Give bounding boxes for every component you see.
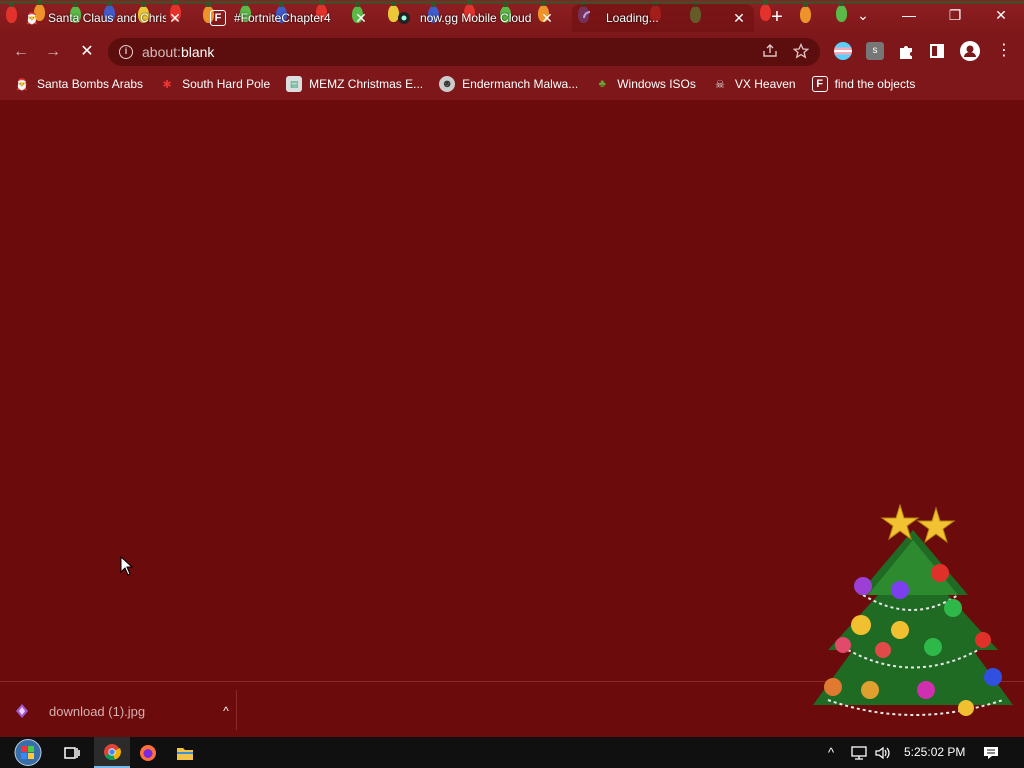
tab-strip: 🎅 Santa Claus and Christ ✕ F #FortniteCh… — [0, 0, 1024, 36]
taskbar-firefox[interactable] — [130, 737, 166, 768]
forward-button[interactable]: → — [40, 40, 66, 64]
start-button[interactable] — [8, 737, 48, 768]
address-bar[interactable]: i about:blank — [108, 38, 820, 66]
christmas-tree-decoration — [813, 503, 1013, 716]
bookmark-vx-heaven[interactable]: ☠ VX Heaven — [712, 76, 796, 92]
bookmarks-bar: 🎅 Santa Bombs Arabs ✱ South Hard Pole ▤ … — [0, 68, 1024, 100]
tab-title: #FortniteChapter4 — [234, 11, 331, 25]
download-filename: download (1).jpg — [49, 703, 146, 719]
task-view-button[interactable] — [54, 737, 90, 768]
santa-icon: 🎅 — [25, 12, 39, 25]
santa-icon: 🎅 — [15, 78, 29, 91]
tab-title: Santa Claus and Christ — [48, 11, 166, 25]
tab-title: Loading... — [606, 11, 659, 25]
volume-icon[interactable] — [874, 737, 892, 768]
action-center-icon[interactable] — [982, 737, 1000, 768]
mouse-cursor-icon — [120, 556, 134, 576]
windows-isos-icon: ♣ — [598, 78, 606, 90]
bookmark-santa-bombs-arabs[interactable]: 🎅 Santa Bombs Arabs — [14, 76, 143, 92]
folder-icon — [177, 747, 193, 760]
nowgg-icon — [396, 10, 412, 26]
window-close-button[interactable]: ✕ — [978, 0, 1024, 30]
network-icon[interactable] — [850, 737, 868, 768]
restore-button[interactable]: ❐ — [932, 0, 978, 30]
bookmark-star-icon[interactable] — [792, 42, 810, 63]
tab-loading[interactable]: Loading... ✕ — [572, 4, 754, 32]
firefox-icon — [140, 744, 156, 761]
url-text[interactable]: about:blank — [142, 44, 214, 60]
endermanch-icon: ☻ — [439, 76, 456, 92]
bookmark-find-the-objects[interactable]: F find the objects — [811, 76, 916, 92]
bookmark-label: VX Heaven — [734, 77, 796, 91]
memz-icon: ▤ — [286, 76, 303, 92]
system-clock[interactable]: 5:25:02 PM — [904, 737, 965, 768]
stop-loading-button[interactable]: ✕ — [74, 40, 100, 64]
loading-spinner-icon — [582, 10, 598, 26]
windows-logo-icon — [14, 739, 42, 766]
tab-fortnite-chapter4[interactable]: F #FortniteChapter4 ✕ — [200, 4, 376, 32]
bookmark-endermanch[interactable]: ☻ Endermanch Malwa... — [439, 76, 578, 92]
back-button[interactable]: ← — [8, 40, 34, 64]
share-icon[interactable] — [762, 43, 778, 63]
side-panel-icon[interactable] — [930, 44, 944, 58]
bookmark-memz-christmas[interactable]: ▤ MEMZ Christmas E... — [286, 76, 423, 92]
tab-search-button[interactable]: ⌄ — [840, 0, 886, 30]
bookmark-label: South Hard Pole — [182, 77, 271, 91]
url-path: blank — [180, 44, 215, 60]
bookmark-south-hard-pole[interactable]: ✱ South Hard Pole — [159, 76, 270, 92]
tab-santa-claus[interactable]: 🎅 Santa Claus and Christ ✕ — [14, 4, 190, 32]
site-info-icon[interactable]: i — [119, 45, 133, 59]
minimize-button[interactable]: — — [886, 0, 932, 30]
download-item[interactable]: download (1).jpg ^ — [14, 696, 236, 726]
download-divider — [236, 690, 237, 730]
chrome-icon — [104, 743, 121, 760]
close-icon[interactable]: ✕ — [166, 10, 184, 27]
tab-title: now.gg Mobile Cloud — [420, 11, 532, 25]
browser-toolbar: ← → ✕ i about:blank s ⋮ — [0, 36, 1024, 68]
bookmark-label: Endermanch Malwa... — [462, 77, 579, 91]
task-view-icon — [64, 746, 80, 759]
bookmark-windows-isos[interactable]: ♣ Windows ISOs — [594, 76, 696, 92]
s-extension-icon[interactable]: s — [866, 42, 884, 60]
url-scheme: about: — [142, 44, 181, 60]
tab-nowgg[interactable]: now.gg Mobile Cloud ✕ — [386, 4, 562, 32]
image-file-icon — [16, 704, 28, 718]
profile-flag-extension-icon[interactable] — [834, 42, 852, 60]
download-options-chevron-icon[interactable]: ^ — [216, 704, 236, 718]
close-icon[interactable]: ✕ — [352, 10, 370, 27]
taskbar-chrome[interactable] — [94, 737, 130, 768]
bookmark-label: Santa Bombs Arabs — [37, 77, 144, 91]
bookmark-label: find the objects — [834, 77, 916, 91]
windows-taskbar: ^ 5:25:02 PM — [0, 737, 1024, 768]
fandom-icon: F — [811, 76, 828, 92]
vx-heaven-icon: ☠ — [714, 78, 725, 91]
snowflake-icon: ✱ — [162, 78, 172, 91]
bookmark-label: MEMZ Christmas E... — [309, 77, 424, 91]
chrome-menu-icon[interactable]: ⋮ — [996, 41, 1012, 61]
bookmark-label: Windows ISOs — [617, 77, 696, 91]
fandom-icon: F — [210, 10, 226, 26]
close-icon[interactable]: ✕ — [730, 10, 748, 27]
taskbar-file-explorer[interactable] — [167, 737, 203, 768]
profile-avatar[interactable] — [960, 41, 980, 61]
new-tab-button[interactable]: + — [765, 6, 789, 30]
extensions-puzzle-icon[interactable] — [897, 42, 915, 60]
close-icon[interactable]: ✕ — [538, 10, 556, 27]
side-panel-icon-fill — [937, 46, 942, 56]
show-hidden-icons-chevron[interactable]: ^ — [828, 737, 834, 768]
light-bulb-decoration — [800, 2, 811, 23]
